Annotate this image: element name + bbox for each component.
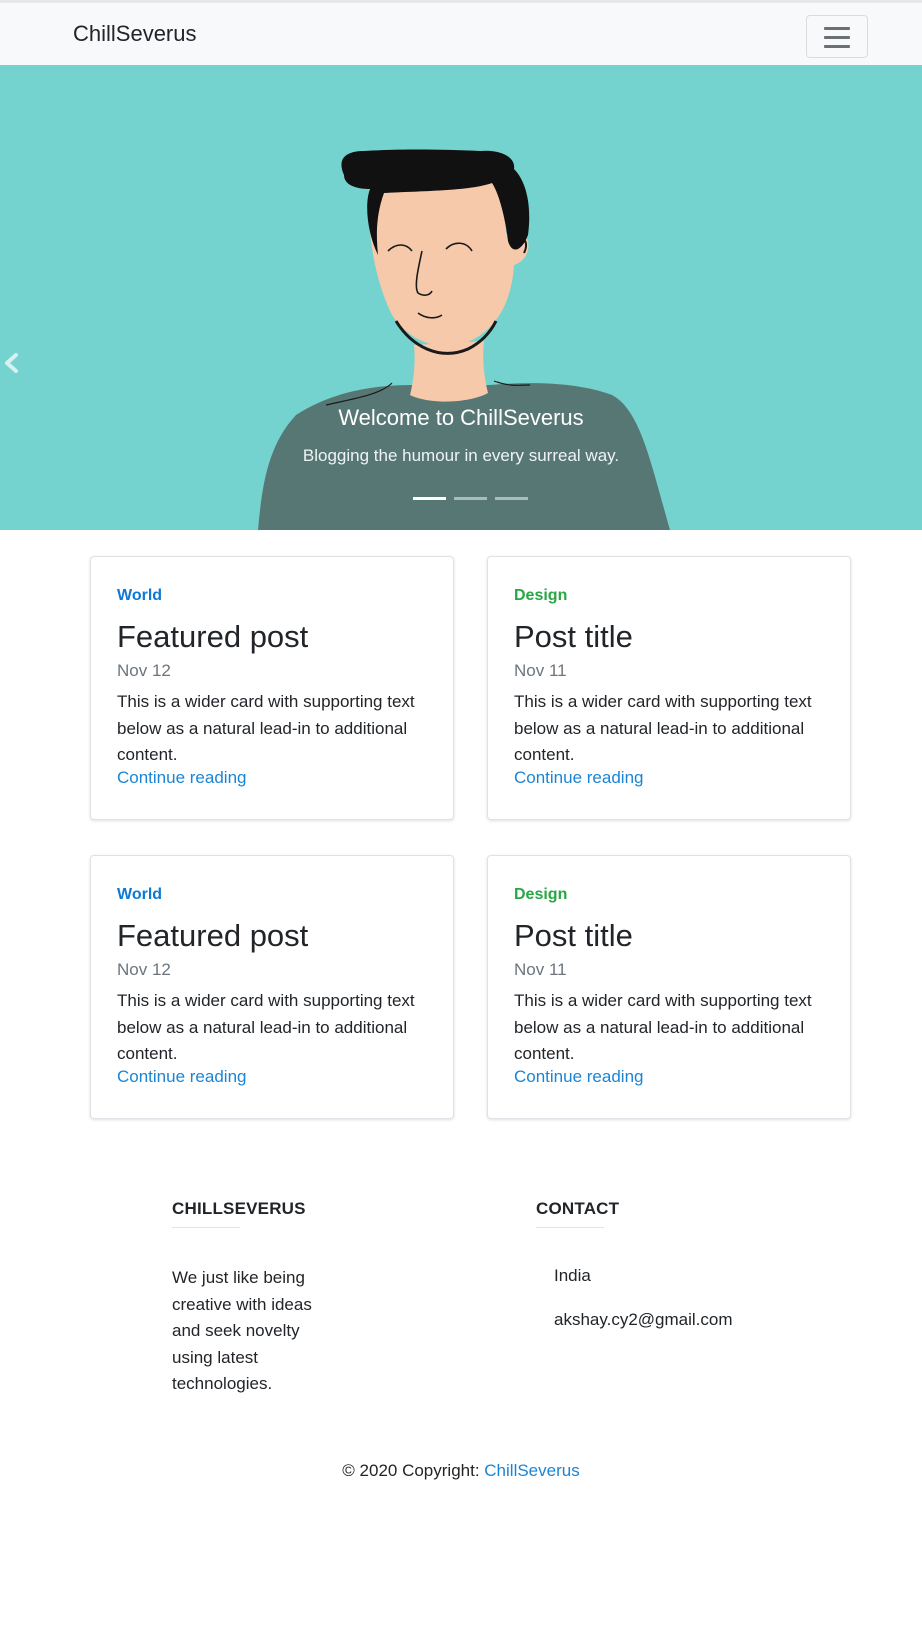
carousel-indicator-3[interactable] [495,497,528,500]
card-title: Featured post [117,619,309,654]
card-text: This is a wider card with supporting tex… [117,692,415,764]
continue-reading-link[interactable]: Continue reading [514,1067,643,1087]
navbar-brand[interactable]: ChillSeverus [73,21,197,47]
copyright: © 2020 Copyright: ChillSeverus [0,1461,922,1481]
footer-contact-email: akshay.cy2@gmail.com [554,1310,733,1329]
card-category: Design [514,587,568,604]
carousel-indicators [413,497,528,500]
card-date: Nov 11 [514,960,567,979]
card-category: World [117,886,163,903]
carousel-indicator-2[interactable] [454,497,487,500]
hero-subtitle: Blogging the humour in every surreal way… [302,446,620,465]
card-title: Post title [514,619,633,654]
card-date: Nov 12 [117,661,171,680]
card-text: This is a wider card with supporting tex… [117,991,415,1063]
continue-reading-link[interactable]: Continue reading [117,768,246,788]
carousel-indicator-1[interactable] [413,497,446,500]
footer-contact-divider [536,1227,604,1228]
footer-about-divider [172,1227,240,1228]
card-date: Nov 12 [117,960,171,979]
copyright-link[interactable]: ChillSeverus [484,1461,579,1480]
post-card: Design Post title Nov 11 This is a wider… [487,556,851,820]
copyright-text: © 2020 Copyright: [342,1461,485,1480]
card-title: Featured post [117,918,309,953]
card-category: World [117,587,163,604]
continue-reading-link[interactable]: Continue reading [117,1067,246,1087]
hero-title: Welcome to ChillSeverus [338,405,584,430]
post-card: World Featured post Nov 12 This is a wid… [90,855,454,1119]
carousel-prev-button[interactable] [0,335,24,391]
footer-contact-heading: CONTACT [536,1199,620,1218]
continue-reading-link[interactable]: Continue reading [514,768,643,788]
footer-about-text: We just like being creative with ideas a… [172,1268,312,1393]
hero-carousel: Welcome to ChillSeverus Blogging the hum… [0,65,922,530]
card-title: Post title [514,918,633,953]
chevron-left-icon [5,353,18,373]
footer-contact-country: India [554,1266,591,1285]
navbar: ChillSeverus [0,0,922,65]
footer-about-heading: CHILLSEVERUS [172,1199,306,1218]
card-text: This is a wider card with supporting tex… [514,991,812,1063]
post-card: World Featured post Nov 12 This is a wid… [90,556,454,820]
card-text: This is a wider card with supporting tex… [514,692,812,764]
navbar-toggler-button[interactable] [806,15,868,58]
card-date: Nov 11 [514,661,567,680]
card-category: Design [514,886,568,903]
post-card: Design Post title Nov 11 This is a wider… [487,855,851,1119]
